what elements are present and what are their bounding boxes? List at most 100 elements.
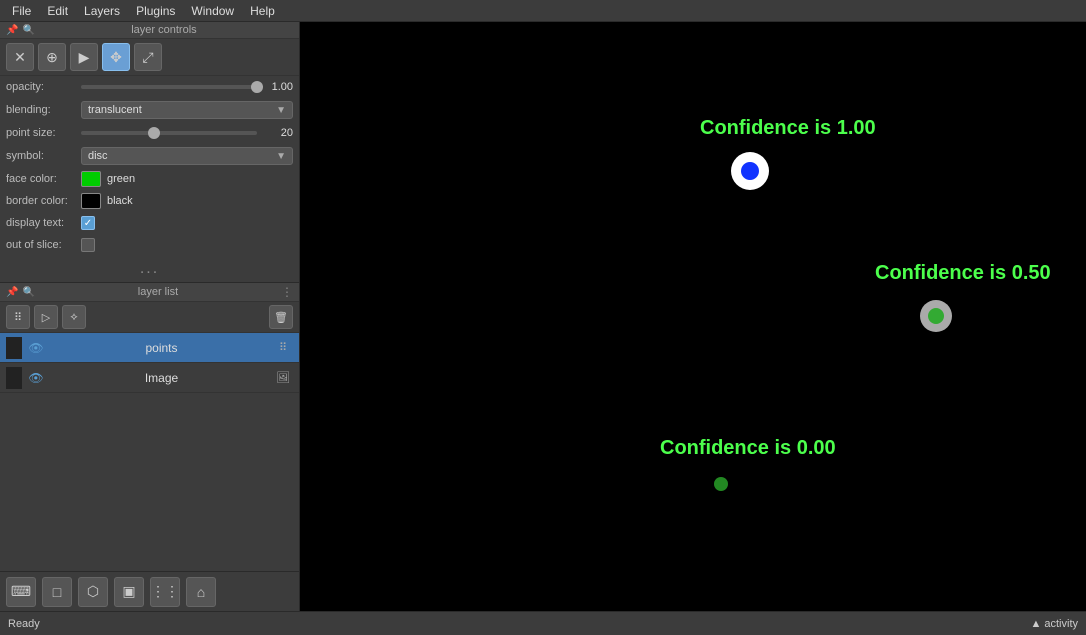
menu-file[interactable]: File [4,2,39,20]
opacity-thumb[interactable] [251,81,263,93]
layer-points-icon: ⠿ [273,338,293,358]
point-3 [714,477,728,491]
blending-row: blending: translucent ▼ [0,98,299,122]
opacity-slider[interactable] [81,85,257,89]
status-left: Ready [8,618,40,630]
layer-points-visibility[interactable]: 👁 [26,338,46,358]
dots-icon: ⋮⋮ [151,583,179,600]
opacity-control: 1.00 [81,81,293,93]
face-color-control: green [81,171,293,187]
point-size-thumb[interactable] [148,127,160,139]
menu-layers[interactable]: Layers [76,2,128,20]
canvas-area: Confidence is 1.00 Confidence is 0.50 Co… [300,22,1086,611]
layer-points-color [6,337,22,359]
symbol-row: symbol: disc ▼ [0,144,299,168]
pin-icon[interactable]: 📌 [6,25,18,36]
home-icon: ⌂ [197,584,205,600]
controls-toolbar: ✕ ⊕ ▶ ✥ ⤢ [0,39,299,76]
out-of-slice-control [81,238,293,252]
point-size-slider[interactable] [81,131,257,135]
move-icon: ✥ [110,49,122,66]
face-color-swatch[interactable] [81,171,101,187]
layer-list-header: 📌 🔍 layer list ⋮ [0,283,299,302]
add-icon: ⊕ [46,49,58,66]
blending-label: blending: [6,104,81,116]
layer-list-title: layer list [35,286,281,298]
layer-image-color [6,367,22,389]
face-color-name: green [107,173,135,185]
point-size-label: point size: [6,127,81,139]
point-outer-2 [920,300,952,332]
delete-layer-button[interactable]: 🗑 [269,305,293,329]
polygon-icon: ▷ [42,311,50,324]
move-button[interactable]: ✥ [102,43,130,71]
blending-arrow-icon: ▼ [276,105,286,116]
hex-icon: ⬡ [87,583,99,600]
lasso-button[interactable]: ⟡ [62,305,86,329]
search2-icon[interactable]: 🔍 [22,287,34,298]
display-text-label: display text: [6,217,81,229]
point-size-row: point size: 20 [0,122,299,144]
add-button[interactable]: ⊕ [38,43,66,71]
opacity-label: opacity: [6,81,81,93]
transform-button[interactable]: ⤢ [134,43,162,71]
blending-select[interactable]: translucent ▼ [81,101,293,119]
pin2-icon[interactable]: 📌 [6,287,18,298]
layer-image[interactable]: 👁 Image 🖼 [0,363,299,393]
layer-controls-header: 📌 🔍 layer controls [0,22,299,39]
menu-edit[interactable]: Edit [39,2,76,20]
display-text-checkbox[interactable] [81,216,95,230]
lasso-icon: ⟡ [70,311,77,324]
polygon-button[interactable]: ▷ [34,305,58,329]
out-of-slice-checkbox[interactable] [81,238,95,252]
symbol-select[interactable]: disc ▼ [81,147,293,165]
hex-button[interactable]: ⬡ [78,577,108,607]
display-text-row: display text: [0,212,299,234]
layer-image-visibility[interactable]: 👁 [26,368,46,388]
symbol-value: disc [88,150,108,162]
grid2-icon: ▣ [122,583,135,600]
trash-icon: 🗑 [274,311,288,324]
console-button[interactable]: ⌨ [6,577,36,607]
grid-select-button[interactable]: ⠿ [6,305,30,329]
menu-help[interactable]: Help [242,2,283,20]
home-button[interactable]: ⌂ [186,577,216,607]
point-inner-2 [928,308,944,324]
point-size-value: 20 [263,127,293,139]
layer-controls-title: layer controls [35,24,293,36]
confidence-label-2: Confidence is 0.50 [875,262,1051,285]
dots-button[interactable]: ⋮⋮ [150,577,180,607]
menu-plugins[interactable]: Plugins [128,2,183,20]
menu-window[interactable]: Window [183,2,242,20]
filter-button[interactable]: ▶ [70,43,98,71]
square-icon: □ [53,584,61,600]
out-of-slice-row: out of slice: [0,234,299,256]
layer-points[interactable]: 👁 points ⠿ [0,333,299,363]
terminal-icon: ⌨ [11,583,31,600]
layer-image-name: Image [50,371,273,385]
filter-icon: ▶ [79,49,90,66]
border-color-row: border color: black [0,190,299,212]
square-button[interactable]: □ [42,577,72,607]
delete-icon: ✕ [14,49,26,66]
face-color-label: face color: [6,173,81,185]
search-icon[interactable]: 🔍 [22,25,34,36]
statusbar: Ready ▲ activity [0,611,1086,635]
symbol-control: disc ▼ [81,147,293,165]
activity-button[interactable]: ▲ activity [1030,618,1078,630]
blending-control: translucent ▼ [81,101,293,119]
opacity-row: opacity: 1.00 [0,76,299,98]
opacity-value: 1.00 [263,81,293,93]
border-color-name: black [107,195,133,207]
layer-controls-panel: 📌 🔍 layer controls ✕ ⊕ ▶ ✥ [0,22,299,283]
delete-button[interactable]: ✕ [6,43,34,71]
layer-points-name: points [50,341,273,355]
confidence-label-3: Confidence is 0.00 [660,437,836,460]
symbol-arrow-icon: ▼ [276,151,286,162]
more-options[interactable]: ... [0,256,299,282]
border-color-control: black [81,193,293,209]
border-color-swatch[interactable] [81,193,101,209]
layer-list-menu-icon[interactable]: ⋮ [281,285,293,299]
main-layout: 📌 🔍 layer controls ✕ ⊕ ▶ ✥ [0,22,1086,611]
grid-button[interactable]: ▣ [114,577,144,607]
